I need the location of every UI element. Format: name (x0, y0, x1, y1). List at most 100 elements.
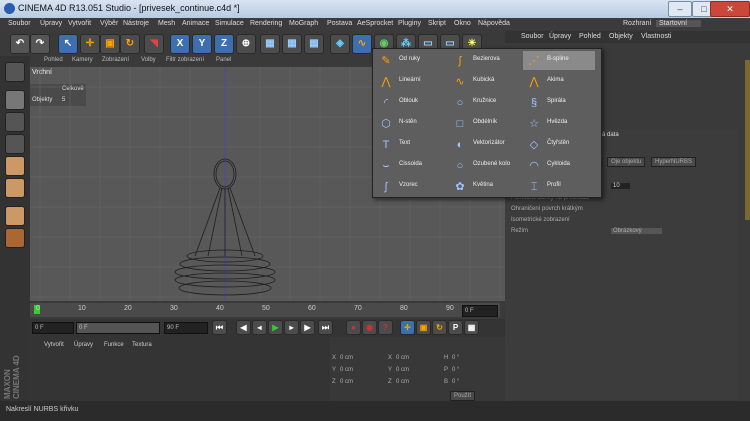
coord-size-z[interactable]: 0 cm (396, 379, 409, 385)
spline-item-helix[interactable]: § Spirála (523, 93, 595, 112)
vp-menu-kamery[interactable]: Kamery (72, 57, 93, 63)
menu-nastroje[interactable]: Nástroje (123, 20, 149, 27)
spline-item-vectorizer[interactable]: ◐ Vektorizátor (449, 135, 521, 154)
redo-icon[interactable]: ↷ (30, 34, 50, 54)
spline-item-star[interactable]: ☆ Hvězda (523, 114, 595, 133)
menu-rendering[interactable]: Rendering (250, 20, 282, 27)
menu-okno[interactable]: Okno (454, 20, 471, 27)
spline-item-cycloid[interactable]: ◠ Cykloida (523, 156, 595, 175)
spline-item-akima[interactable]: ⋀ Akima (523, 72, 595, 91)
vp-menu-panel[interactable]: Panel (216, 57, 231, 63)
edges-mode-icon[interactable] (5, 178, 25, 198)
axis-y-button[interactable]: Y (192, 34, 212, 54)
key-pla-icon[interactable]: ▦ (464, 320, 479, 335)
menu-skript[interactable]: Skript (428, 20, 446, 27)
start-frame-field[interactable]: 0 F (32, 322, 74, 334)
key-scale-icon[interactable]: ▣ (416, 320, 431, 335)
right-side-tabs[interactable] (745, 60, 750, 220)
minimize-button[interactable]: – (668, 1, 692, 17)
autokey-icon[interactable]: ◉ (362, 320, 377, 335)
make-editable-icon[interactable] (5, 62, 25, 82)
render-view-icon[interactable]: ▦ (260, 34, 280, 54)
mat-menu-vytvorit[interactable]: Vytvořit (44, 342, 64, 348)
vp-menu-zobrazeni[interactable]: Zobrazení (102, 57, 129, 63)
spline-item-foursided[interactable]: ◇ Čtyřstěn (523, 135, 595, 154)
key-rotation-icon[interactable]: ↻ (432, 320, 447, 335)
spline-item-cogwheel[interactable]: ○ Ozubené kolo (449, 156, 521, 175)
vp-menu-pohled[interactable]: Pohled (44, 57, 63, 63)
menu-animace[interactable]: Animace (182, 20, 209, 27)
om-menu-pohled[interactable]: Pohled (579, 33, 601, 40)
render-picture-viewer-icon[interactable]: ▦ (282, 34, 302, 54)
render-settings-icon[interactable]: ▦ (304, 34, 324, 54)
menu-vytvorit[interactable]: Vytvořit (68, 20, 91, 27)
spline-item-linear[interactable]: ⋀ Lineární (375, 72, 447, 91)
coord-rot-p[interactable]: 0 ° (452, 367, 459, 373)
timeline-ruler[interactable]: 0 10 20 30 40 50 60 70 80 90 0 F (30, 303, 500, 317)
spline-item-text[interactable]: T Text (375, 135, 447, 154)
workplane-icon[interactable] (5, 134, 25, 154)
spline-tool-icon[interactable]: ∿ (352, 34, 372, 54)
menu-postava[interactable]: Postava (327, 20, 352, 27)
om-menu-soubor[interactable]: Soubor (521, 33, 544, 40)
end-frame-field[interactable]: 90 F (164, 322, 208, 334)
menu-napoveda[interactable]: Nápověda (478, 20, 510, 27)
spline-item-nside[interactable]: ⬡ N-stěn (375, 114, 447, 133)
spline-item-cubic[interactable]: ∿ Kubická (449, 72, 521, 91)
model-mode-icon[interactable] (5, 90, 25, 110)
spline-item-bezier[interactable]: ∫ Bezierova (449, 51, 521, 70)
texture-mode-icon[interactable] (5, 112, 25, 132)
go-to-start-icon[interactable]: ⏮ (212, 320, 227, 335)
spline-item-profile[interactable]: ⌶ Profil (523, 177, 595, 196)
spline-item-cissoid[interactable]: ⌣ Cissoida (375, 156, 447, 175)
previous-key-icon[interactable]: ◀ (236, 320, 251, 335)
vp-menu-filtr[interactable]: Filtr zobrazení (166, 57, 204, 63)
attr-tab-object[interactable]: Oje objektu (607, 157, 646, 167)
coord-pos-x[interactable]: 0 cm (340, 355, 353, 361)
rotate-tool-icon[interactable]: ↻ (120, 34, 140, 54)
record-keyframe-icon[interactable]: ● (346, 320, 361, 335)
menu-upravy[interactable]: Úpravy (40, 20, 62, 27)
spline-item-rectangle[interactable]: □ Obdélník (449, 114, 521, 133)
layout-select[interactable]: Startovní (656, 20, 702, 27)
spline-item-bspline[interactable]: ⋰ B-spline (523, 51, 595, 70)
coord-rot-h[interactable]: 0 ° (452, 355, 459, 361)
cube-primitive-icon[interactable]: ◈ (330, 34, 350, 54)
undo-icon[interactable]: ↶ (10, 34, 30, 54)
close-button[interactable]: ✕ (710, 1, 750, 17)
menu-mograph[interactable]: MoGraph (289, 20, 318, 27)
step-back-icon[interactable]: ◂ (252, 320, 267, 335)
key-parameter-icon[interactable]: P (448, 320, 463, 335)
attr-value-4[interactable]: Obrázkový (611, 228, 662, 234)
current-frame-field[interactable]: 0 F (462, 305, 498, 317)
mat-menu-textura[interactable]: Textura (132, 342, 152, 348)
menu-aesprocket[interactable]: AeSprocket (357, 20, 393, 27)
select-tool-icon[interactable]: ↖ (58, 34, 78, 54)
keyframe-selection-icon[interactable]: ? (378, 320, 393, 335)
spline-item-freehand[interactable]: ✎ Od ruky (375, 51, 447, 70)
attr-value-0[interactable]: 10 (611, 183, 630, 189)
spline-item-circle[interactable]: ○ Kružnice (449, 93, 521, 112)
menu-soubor[interactable]: Soubor (8, 20, 31, 27)
spline-item-formula[interactable]: ∫ Vzorec (375, 177, 447, 196)
vp-menu-volby[interactable]: Volby (141, 57, 156, 63)
coord-pos-z[interactable]: 0 cm (340, 379, 353, 385)
attr-tab-hypernurbs[interactable]: HyperNURBS (651, 157, 697, 167)
menu-simulace[interactable]: Simulace (215, 20, 244, 27)
menu-vyber[interactable]: Výběr (100, 20, 118, 27)
spline-item-flower[interactable]: ✿ Květina (449, 177, 521, 196)
om-menu-vlastnosti[interactable]: Vlastnosti (641, 33, 671, 40)
menu-mesh[interactable]: Mesh (158, 20, 175, 27)
om-menu-objekty[interactable]: Objekty (609, 33, 633, 40)
key-position-icon[interactable]: ✛ (400, 320, 415, 335)
apply-button[interactable]: Použít (450, 391, 476, 401)
scale-tool-icon[interactable]: ▣ (100, 34, 120, 54)
world-coordinates-icon[interactable]: ⊕ (236, 34, 256, 54)
menu-pluginy[interactable]: Pluginy (398, 20, 421, 27)
axis-x-button[interactable]: X (170, 34, 190, 54)
next-key-icon[interactable]: ▶ (300, 320, 315, 335)
step-forward-icon[interactable]: ▸ (284, 320, 299, 335)
coord-pos-y[interactable]: 0 cm (340, 367, 353, 373)
live-selection-icon[interactable]: ◥ (144, 34, 164, 54)
move-tool-icon[interactable]: ✛ (80, 34, 100, 54)
